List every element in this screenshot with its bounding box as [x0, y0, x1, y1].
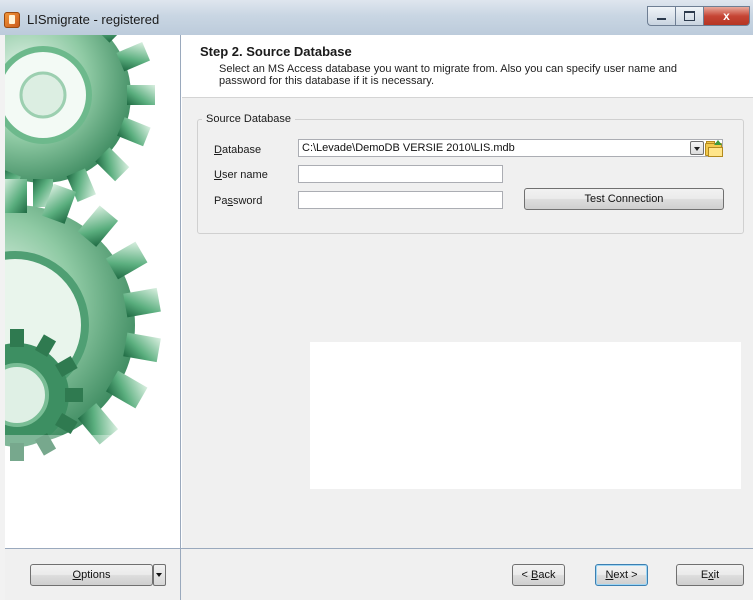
- wizard-footer: Options < Back Next > Exit: [5, 548, 753, 600]
- title-bar[interactable]: LISmigrate - registered x: [0, 0, 753, 35]
- window-title: LISmigrate - registered: [27, 12, 160, 27]
- next-button[interactable]: Next >: [595, 564, 648, 586]
- database-path-input[interactable]: C:\Levade\DemoDB VERSIE 2010\LIS.mdb: [298, 139, 723, 157]
- username-input[interactable]: [298, 165, 503, 183]
- back-arrow: <: [521, 569, 531, 581]
- password-label-post: sword: [232, 195, 263, 207]
- maximize-button[interactable]: [675, 6, 703, 26]
- gears-illustration: [5, 35, 180, 548]
- username-label-hotkey: U: [214, 169, 222, 181]
- close-icon: x: [723, 9, 730, 23]
- app-window: LISmigrate - registered x Step 2. Source…: [0, 0, 753, 600]
- test-connection-button[interactable]: Test Connection: [524, 188, 724, 210]
- password-label: Password: [214, 195, 262, 207]
- exit-button[interactable]: Exit: [676, 564, 744, 586]
- options-hotkey: O: [72, 569, 82, 581]
- minimize-button[interactable]: [647, 6, 675, 26]
- username-label: User name: [214, 169, 268, 181]
- password-label-pre: Pa: [214, 195, 228, 207]
- database-label: Database: [214, 144, 261, 156]
- folder-arrow-shape: [714, 140, 722, 145]
- source-database-group: Source Database Database C:\Levade\DemoD…: [197, 113, 744, 234]
- close-button[interactable]: x: [703, 6, 750, 26]
- wizard-client-area: Step 2. Source Database Select an MS Acc…: [5, 35, 753, 600]
- step-title: Step 2. Source Database: [200, 44, 352, 59]
- app-icon[interactable]: [4, 12, 20, 28]
- exit-label-post: it: [713, 569, 720, 581]
- maximize-icon: [684, 11, 695, 21]
- options-label: ptions: [81, 569, 111, 581]
- step-content: Source Database Database C:\Levade\DemoD…: [182, 98, 753, 548]
- username-label-text: ser name: [221, 169, 268, 181]
- options-dropdown-icon[interactable]: [153, 564, 166, 586]
- database-label-text: atabase: [221, 144, 262, 156]
- group-legend: Source Database: [202, 113, 295, 125]
- folder-front-shape: [708, 147, 723, 157]
- step-header: Step 2. Source Database Select an MS Acc…: [182, 35, 753, 98]
- window-controls: x: [647, 6, 750, 26]
- wizard-side-panel: [5, 35, 181, 548]
- step-description: Select an MS Access database you want to…: [219, 63, 677, 87]
- password-input[interactable]: [298, 191, 503, 209]
- next-label: ext >: [613, 569, 638, 581]
- chevron-down-icon[interactable]: [690, 141, 704, 155]
- back-label: ack: [538, 569, 556, 581]
- database-label-hotkey: D: [214, 144, 222, 156]
- back-button[interactable]: < Back: [512, 564, 565, 586]
- minimize-icon: [657, 18, 666, 20]
- open-folder-icon[interactable]: [705, 140, 723, 157]
- status-panel: [310, 342, 741, 489]
- footer-divider: [180, 549, 181, 600]
- options-button[interactable]: Options: [30, 564, 153, 586]
